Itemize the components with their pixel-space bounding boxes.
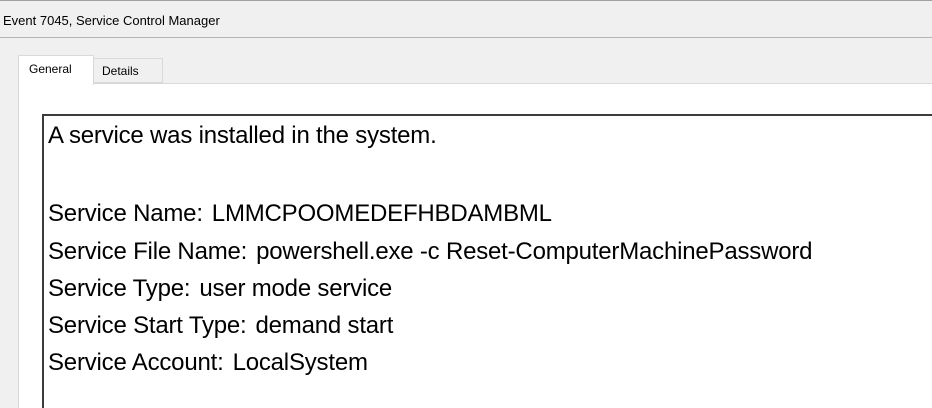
service-start-type-row: Service Start Type: demand start [48,312,393,340]
service-account-value: LocalSystem [232,349,368,376]
event-description: A service was installed in the system. [48,122,437,149]
window-title: Event 7045, Service Control Manager [3,13,220,28]
tab-general[interactable]: General [18,55,94,85]
service-account-label: Service Account: [48,349,224,376]
service-name-row: Service Name: LMMCPOOMEDEFHBDAMBML [48,200,552,228]
tab-details[interactable]: Details [94,58,163,83]
event-properties-window: Event 7045, Service Control Manager Gene… [0,0,932,408]
service-type-row: Service Type: user mode service [48,275,392,303]
title-bar: Event 7045, Service Control Manager [0,1,932,38]
service-type-label: Service Type: [48,275,191,302]
tab-control: General Details A service was installed … [0,38,932,408]
tab-details-label: Details [102,64,139,78]
tab-general-label: General [29,62,72,76]
service-account-row: Service Account: LocalSystem [48,349,368,377]
general-tab-page: A service was installed in the system. S… [18,84,932,408]
service-file-name-label: Service File Name: [48,238,248,265]
service-start-type-value: demand start [255,312,394,339]
service-file-name-value: powershell.exe -c Reset-ComputerMachineP… [256,238,813,265]
event-description-box[interactable]: A service was installed in the system. S… [42,114,932,408]
service-type-value: user mode service [199,275,393,302]
service-start-type-label: Service Start Type: [48,312,247,339]
service-name-label: Service Name: [48,200,203,227]
service-name-value: LMMCPOOMEDEFHBDAMBML [211,200,552,227]
service-file-name-row: Service File Name: powershell.exe -c Rese… [48,238,812,266]
